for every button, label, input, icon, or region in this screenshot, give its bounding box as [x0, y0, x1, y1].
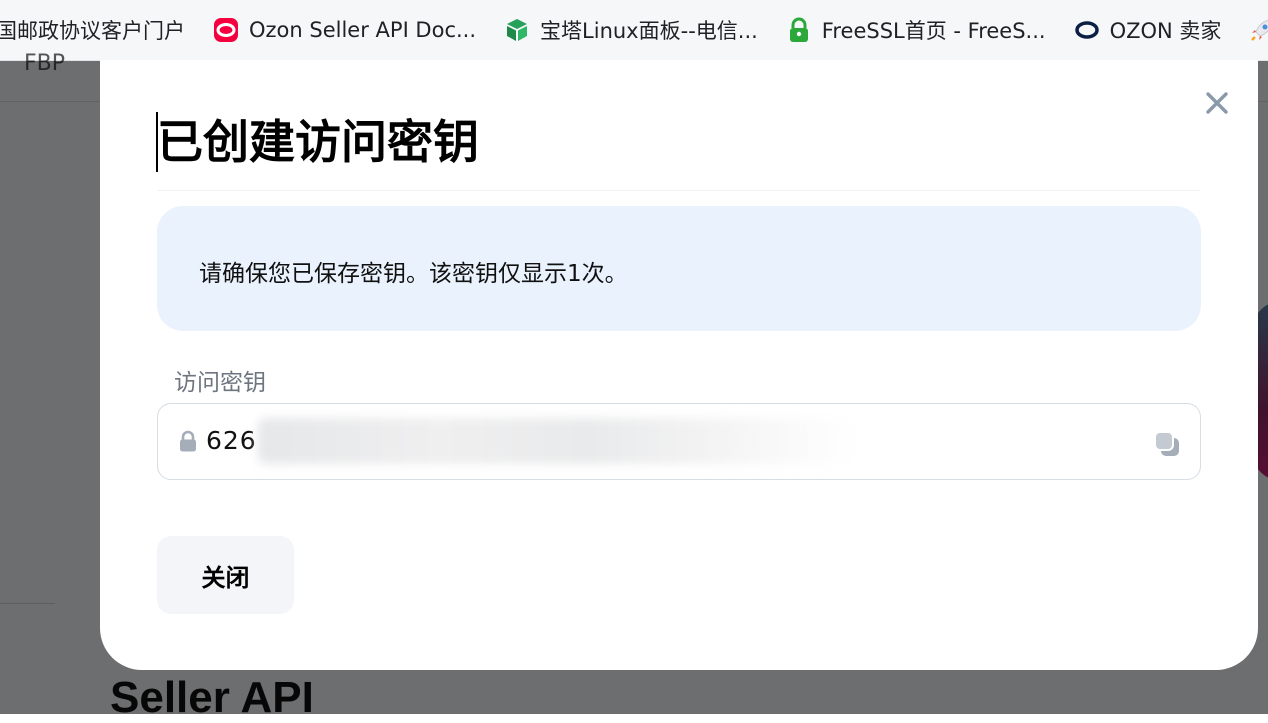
modal-title: 已创建访问密钥 — [157, 115, 479, 169]
bookmark-item[interactable]: OZON 卖家 — [1074, 15, 1222, 45]
bookmark-label: 宝塔Linux面板--电信... — [540, 19, 758, 43]
lock-icon — [178, 430, 198, 456]
access-key-value: 626 — [206, 426, 257, 455]
bookmark-item[interactable]: Ozon Seller API Doc... — [213, 17, 476, 43]
bt-panel-icon — [504, 17, 530, 43]
bookmark-item[interactable]: FreeSSL首页 - FreeS... — [786, 15, 1046, 45]
bookmark-item[interactable]: 宝塔Linux面板--电信... — [504, 15, 758, 45]
bookmark-label: OZON 卖家 — [1109, 19, 1222, 43]
redacted-key-blur — [258, 418, 858, 464]
bookmark-label: 国邮政协议客户门户 — [0, 19, 185, 43]
close-button[interactable]: 关闭 — [157, 536, 294, 614]
notice-text: 请确保您已保存密钥。该密钥仅显示1次。 — [199, 261, 628, 287]
bookmark-item[interactable]: 国邮政协议客户门户 — [0, 15, 185, 45]
padlock-green-icon — [786, 17, 812, 43]
ozon-red-icon — [213, 17, 239, 43]
warning-notice: 请确保您已保存密钥。该密钥仅显示1次。 — [157, 206, 1201, 331]
copy-icon[interactable] — [1152, 429, 1182, 463]
rocket-icon — [1249, 17, 1268, 43]
bookmark-label: FreeSSL首页 - FreeS... — [821, 19, 1046, 43]
access-key-modal: 已创建访问密钥 请确保您已保存密钥。该密钥仅显示1次。 访问密钥 626 关闭 — [100, 60, 1258, 670]
close-icon[interactable] — [1200, 86, 1234, 120]
bookmarks-bar: 国邮政协议客户门户 Ozon Seller API Doc... 宝塔Linux… — [0, 0, 1268, 61]
access-key-label: 访问密钥 — [174, 370, 266, 396]
access-key-field[interactable]: 626 — [157, 403, 1201, 480]
ozon-ring-icon — [1074, 17, 1100, 43]
title-divider — [157, 190, 1200, 191]
bookmark-item[interactable]: 小 — [1249, 15, 1268, 45]
bookmark-label: Ozon Seller API Doc... — [249, 18, 477, 42]
